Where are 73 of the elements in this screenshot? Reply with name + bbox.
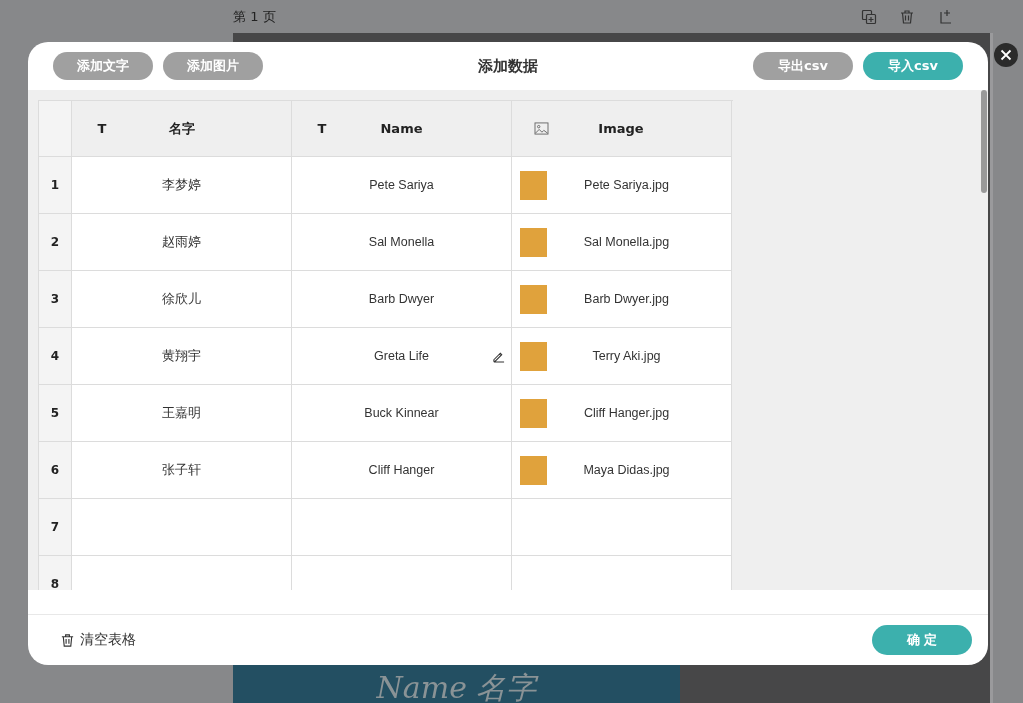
cell-text: Sal Monella <box>368 235 435 249</box>
image-filename: Barb Dwyer.jpg <box>584 292 669 306</box>
image-filename: Pete Sariya.jpg <box>584 178 669 192</box>
table-cell[interactable]: 张子轩 <box>72 442 292 499</box>
image-icon <box>534 122 549 135</box>
dialog-title: 添加数据 <box>478 56 538 76</box>
row-number: 5 <box>39 385 72 442</box>
row-number: 4 <box>39 328 72 385</box>
row-number: 2 <box>39 214 72 271</box>
cell-text: 张子轩 <box>162 461 201 479</box>
column-header: Name <box>379 121 424 136</box>
cell-text: Pete Sariya <box>369 178 434 192</box>
cell-text: Greta Life <box>374 349 429 363</box>
cell-text: 徐欣儿 <box>162 290 201 308</box>
canvas-text: Name 名字 <box>376 669 537 703</box>
edit-icon[interactable] <box>492 350 505 363</box>
table-cell[interactable]: Maya Didas.jpg <box>512 442 732 499</box>
table-cell[interactable]: Pete Sariya.jpg <box>512 157 732 214</box>
table-cell[interactable]: 赵雨婷 <box>72 214 292 271</box>
text-type-label: T <box>316 121 328 136</box>
photo-placeholder <box>520 228 547 257</box>
table-cell[interactable] <box>72 499 292 556</box>
table-cell[interactable] <box>512 499 732 556</box>
scrollbar-thumb[interactable] <box>981 90 987 193</box>
table-cell[interactable]: 王嘉明 <box>72 385 292 442</box>
table-cell[interactable]: 李梦婷 <box>72 157 292 214</box>
table-cell[interactable]: Greta Life <box>292 328 512 385</box>
cell-text: Barb Dwyer <box>368 292 435 306</box>
table-cell[interactable]: Sal Monella <box>292 214 512 271</box>
table-cell[interactable]: Terry Aki.jpg <box>512 328 732 385</box>
photo-placeholder <box>520 456 547 485</box>
header-cell[interactable]: T 名字 <box>72 101 292 157</box>
table-cell[interactable] <box>292 499 512 556</box>
row-number: 1 <box>39 157 72 214</box>
add-page-icon[interactable] <box>937 8 953 25</box>
clear-table-button[interactable]: 清空表格 <box>60 631 136 649</box>
table-cell[interactable]: Barb Dwyer.jpg <box>512 271 732 328</box>
table-cell[interactable]: Pete Sariya <box>292 157 512 214</box>
cell-text: 赵雨婷 <box>162 233 201 251</box>
table-cell[interactable]: Sal Monella.jpg <box>512 214 732 271</box>
table-cell[interactable]: Cliff Hanger <box>292 442 512 499</box>
image-filename: Cliff Hanger.jpg <box>583 406 670 420</box>
image-filename: Maya Didas.jpg <box>583 463 670 477</box>
duplicate-icon[interactable] <box>861 8 877 25</box>
photo-placeholder <box>520 171 547 200</box>
text-type-label: T <box>96 121 108 136</box>
row-number: 8 <box>39 556 72 590</box>
close-button[interactable] <box>994 43 1018 67</box>
column-header: Image <box>597 121 645 136</box>
cell-text: 黄翔宇 <box>162 347 201 365</box>
table-cell[interactable]: Barb Dwyer <box>292 271 512 328</box>
table-cell[interactable]: Buck Kinnear <box>292 385 512 442</box>
column-header: 名字 <box>167 119 196 138</box>
table-cell[interactable]: Cliff Hanger.jpg <box>512 385 732 442</box>
cell-text: 王嘉明 <box>162 404 201 422</box>
cell-text: Cliff Hanger <box>368 463 435 477</box>
cell-text: 李梦婷 <box>162 176 201 194</box>
photo-placeholder <box>520 285 547 314</box>
image-filename: Sal Monella.jpg <box>583 235 670 249</box>
header-cell[interactable]: Image <box>512 101 732 157</box>
photo-placeholder <box>520 399 547 428</box>
photo-placeholder <box>520 342 547 371</box>
trash-icon <box>60 632 75 648</box>
page-label: 第 1 页 <box>233 7 276 26</box>
table-cell[interactable]: 徐欣儿 <box>72 271 292 328</box>
row-number: 3 <box>39 271 72 328</box>
delete-icon[interactable] <box>899 8 915 25</box>
cell-text: Buck Kinnear <box>364 406 439 420</box>
header-cell[interactable]: T Name <box>292 101 512 157</box>
image-filename: Terry Aki.jpg <box>592 349 661 363</box>
row-number: 7 <box>39 499 72 556</box>
row-number: 6 <box>39 442 72 499</box>
table-cell[interactable]: 黄翔宇 <box>72 328 292 385</box>
